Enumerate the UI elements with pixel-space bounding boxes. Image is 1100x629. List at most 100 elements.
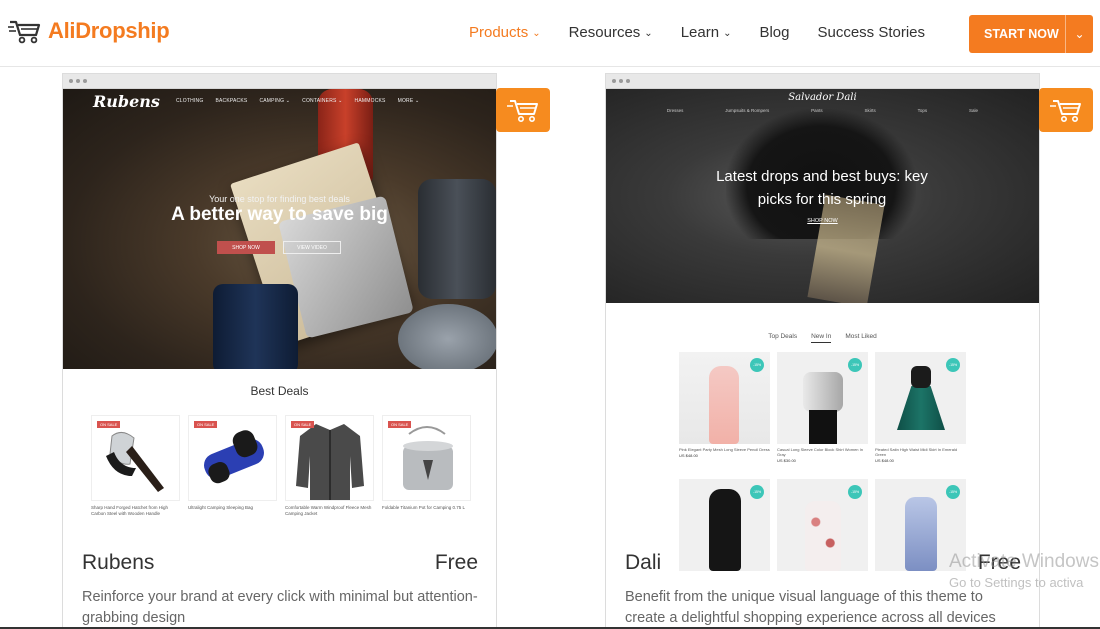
- preview-product: ON SALE Comfortable Warm Windproof Fleec…: [285, 415, 374, 517]
- pot-icon: [403, 426, 453, 490]
- preview-menu-item: Tops: [917, 108, 928, 113]
- preview-menu-item: MORE ⌄: [397, 98, 420, 104]
- preview-section-title: Best Deals: [250, 384, 309, 398]
- main-nav: Products ⌄ Resources ⌄ Learn ⌄ Blog Succ…: [469, 24, 953, 41]
- theme-card-rubens[interactable]: Rubens CLOTHING BACKPACKS CAMPING ⌄ CONT…: [62, 73, 497, 629]
- nav-blog[interactable]: Blog: [759, 24, 789, 41]
- preview-menu-item: CLOTHING: [176, 98, 204, 104]
- sale-badge: ON SALE: [194, 421, 218, 428]
- preview-headline: A better way to save big: [171, 204, 388, 225]
- preview-menu-item: Sale: [969, 108, 979, 113]
- window-dot: [626, 79, 630, 83]
- nav-learn[interactable]: Learn ⌄: [681, 24, 732, 41]
- product-image: -15%: [777, 479, 868, 571]
- sale-badge: ON SALE: [388, 421, 412, 428]
- nav-learn-label: Learn: [680, 24, 720, 41]
- nav-resources[interactable]: Resources ⌄: [569, 24, 653, 41]
- preview-product: ON SALE Sharp Hand Forged Hatchet from H…: [91, 415, 180, 517]
- activate-windows-hint: Go to Settings to activa: [949, 575, 1084, 590]
- preview-product: -15%: [679, 479, 770, 574]
- browser-bar: [63, 74, 496, 89]
- preview-menu-item: BACKPACKS: [215, 98, 248, 104]
- product-title: Comfortable Warm Windproof Fleece Mesh C…: [285, 505, 372, 516]
- product-title: Casual Long Sleeve Color Block Shirt Wom…: [777, 447, 863, 457]
- preview-view-video-button: VIEW VIDEO: [283, 241, 341, 254]
- window-dot: [83, 79, 87, 83]
- theme-name: Rubens: [82, 551, 155, 574]
- discount-badge: -15%: [848, 485, 862, 499]
- start-now-button[interactable]: START NOW ⌄: [969, 15, 1093, 53]
- preview-tagline: Your one stop for finding best deals: [209, 194, 350, 204]
- preview-nav: Rubens CLOTHING BACKPACKS CAMPING ⌄ CONT…: [63, 89, 496, 115]
- site-header: AliDropship Products ⌄ Resources ⌄ Learn…: [0, 0, 1100, 67]
- preview-shop-now-button: SHOP NOW: [217, 241, 275, 254]
- gray-shirt-shape: [803, 372, 843, 412]
- chevron-down-icon[interactable]: ⌄: [1066, 27, 1093, 41]
- nav-resources-label: Resources: [568, 24, 641, 41]
- activate-windows-watermark: Activate Windows: [949, 551, 1099, 572]
- cart-logo-icon: [8, 20, 41, 44]
- cart-icon: [1050, 100, 1081, 122]
- chevron-down-icon: ⌄: [723, 28, 732, 39]
- preview-menu-item: Jumpsuits & Rompers: [725, 108, 770, 113]
- preview-menu-item: CONTAINERS ⌄: [302, 98, 343, 104]
- theme-name: Dali: [625, 551, 662, 574]
- product-image: ON SALE: [188, 415, 277, 501]
- product-title: Sharp Hand Forged Hatchet from High Carb…: [91, 505, 169, 516]
- product-price: US $48.00: [679, 453, 698, 458]
- preview-product: -15% Pleated Satin High Waist Midi Skirt…: [875, 352, 966, 463]
- logo[interactable]: AliDropship: [8, 18, 170, 44]
- preview-product: -15% Pink Elegant Party Mesh Long Sleeve…: [679, 352, 770, 463]
- nav-success-stories-label: Success Stories: [817, 24, 926, 41]
- nav-products[interactable]: Products ⌄: [469, 24, 541, 41]
- chevron-down-icon: ⌄: [532, 28, 541, 39]
- blue-dress-shape: [905, 497, 937, 571]
- preview-tab: Most Liked: [845, 333, 877, 340]
- top-shape: [911, 366, 931, 388]
- preview-product-grid: -15% Pink Elegant Party Mesh Long Sleeve…: [679, 352, 966, 574]
- window-dot: [619, 79, 623, 83]
- preview-product: -15% Casual Long Sleeve Color Block Shir…: [777, 352, 868, 463]
- product-price: US $30.00: [777, 458, 796, 463]
- product-image: ON SALE: [91, 415, 180, 501]
- mug-shape: [213, 284, 298, 369]
- hatchet-icon: [106, 432, 164, 492]
- preview-logo: Salvador Dali: [788, 92, 857, 103]
- preview-menu-item: CAMPING ⌄: [259, 98, 291, 104]
- theme-description: Benefit from the unique visual language …: [625, 589, 996, 626]
- browser-bar: [606, 74, 1039, 89]
- cart-badge: [496, 88, 550, 132]
- preview-headline: Latest drops and best buys: key picks fo…: [716, 168, 928, 208]
- sleeping-bag-icon: [204, 430, 264, 484]
- pot-shape: [398, 304, 496, 369]
- theme-card-dali[interactable]: Salvador Dali Dresses Jumpsuits & Romper…: [605, 73, 1040, 629]
- discount-badge: -15%: [848, 358, 862, 372]
- preview-menu-item: HAMMOCKS: [354, 98, 386, 104]
- preview-tabs: Top Deals New In Most Liked: [606, 333, 1039, 343]
- theme-preview-hero: Rubens CLOTHING BACKPACKS CAMPING ⌄ CONT…: [63, 89, 496, 369]
- product-title: Ultralight Camping Sleeping Bag: [188, 505, 254, 510]
- chevron-down-icon: ⌄: [644, 28, 653, 39]
- nav-blog-label: Blog: [759, 24, 790, 41]
- discount-badge: -15%: [750, 358, 764, 372]
- nav-success-stories[interactable]: Success Stories: [817, 24, 925, 41]
- preview-shop-now-link: SHOP NOW: [807, 218, 838, 224]
- product-title: Foldable Titanium Pot for Camping 0.75 L: [382, 505, 466, 510]
- product-image: -15%: [777, 352, 868, 444]
- theme-description: Reinforce your brand at every click with…: [82, 589, 478, 626]
- product-image: ON SALE: [285, 415, 374, 501]
- pink-dress-shape: [709, 366, 739, 444]
- preview-menu-item: Pants: [811, 108, 823, 113]
- preview-logo: Rubens: [93, 92, 160, 111]
- jacket-icon: [296, 424, 364, 500]
- window-dot: [612, 79, 616, 83]
- preview-product-row: ON SALE Sharp Hand Forged Hatchet from H…: [91, 415, 471, 517]
- start-now-label: START NOW: [984, 27, 1059, 41]
- discount-badge: -15%: [946, 485, 960, 499]
- product-image: -15%: [679, 352, 770, 444]
- nav-products-label: Products: [469, 24, 529, 41]
- product-title: Pleated Satin High Waist Midi Skirt In E…: [875, 447, 958, 457]
- preview-tab: Top Deals: [768, 333, 798, 340]
- cart-badge: [1039, 88, 1093, 132]
- product-image: -15%: [679, 479, 770, 571]
